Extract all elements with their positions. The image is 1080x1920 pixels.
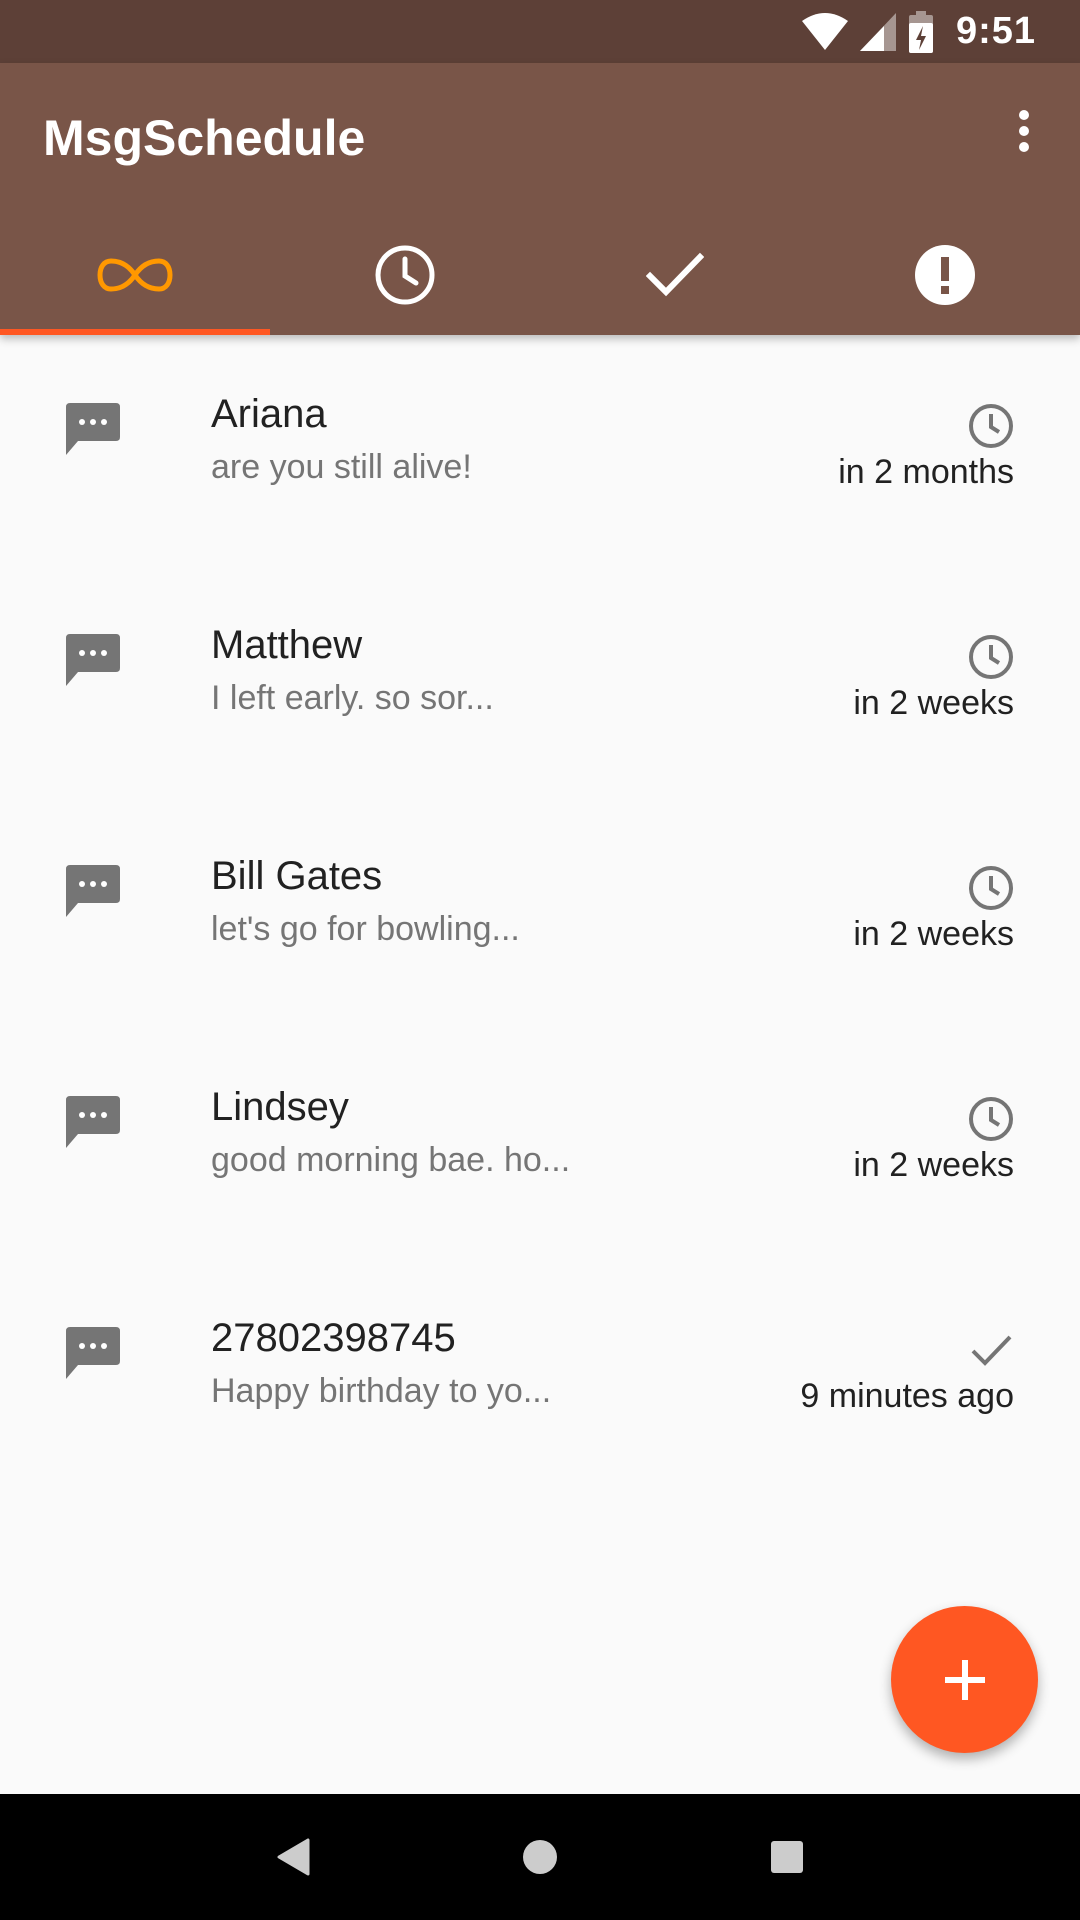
sent-time: 9 minutes ago bbox=[800, 1377, 1014, 1415]
list-item[interactable]: Lindsey good morning bae. ho... in 2 wee… bbox=[0, 1028, 1080, 1259]
clock-icon bbox=[968, 865, 1014, 916]
app-bar: MsgSchedule bbox=[0, 63, 1080, 335]
message-preview: let's go for bowling... bbox=[211, 910, 520, 948]
contact-name: Lindsey bbox=[211, 1085, 349, 1129]
clock-icon bbox=[968, 634, 1014, 685]
message-preview: Happy birthday to yo... bbox=[211, 1372, 552, 1410]
message-icon bbox=[66, 1096, 120, 1153]
clock-time: 9:51 bbox=[955, 10, 1036, 52]
more-vert-icon bbox=[1019, 110, 1029, 152]
contact-name: Matthew bbox=[211, 623, 363, 667]
signal-icon bbox=[859, 12, 896, 51]
tab-bar bbox=[0, 215, 1080, 335]
add-message-button[interactable] bbox=[891, 1606, 1038, 1753]
schedule-time: in 2 months bbox=[838, 453, 1014, 491]
list-item[interactable]: Ariana are you still alive! in 2 months bbox=[0, 335, 1080, 566]
system-nav-bar bbox=[0, 1794, 1080, 1920]
recents-icon bbox=[770, 1841, 803, 1873]
clock-icon bbox=[375, 245, 435, 305]
check-icon bbox=[646, 252, 704, 297]
clock-icon bbox=[968, 403, 1014, 454]
contact-name: Ariana bbox=[211, 392, 327, 436]
schedule-time: in 2 weeks bbox=[853, 684, 1014, 722]
contact-name: 27802398745 bbox=[211, 1316, 456, 1360]
list-item[interactable]: Bill Gates let's go for bowling... in 2 … bbox=[0, 797, 1080, 1028]
clock-icon bbox=[968, 1096, 1014, 1147]
tab-scheduled[interactable] bbox=[270, 215, 540, 335]
check-icon bbox=[968, 1327, 1014, 1378]
app-title: MsgSchedule bbox=[43, 110, 366, 166]
list-item[interactable]: 27802398745 Happy birthday to yo... 9 mi… bbox=[0, 1259, 1080, 1490]
contact-name: Bill Gates bbox=[211, 854, 383, 898]
plus-icon bbox=[944, 1659, 985, 1700]
message-icon bbox=[66, 634, 120, 691]
recents-button[interactable] bbox=[747, 1817, 827, 1897]
home-icon bbox=[522, 1840, 557, 1874]
home-button[interactable] bbox=[500, 1817, 580, 1897]
message-preview: are you still alive! bbox=[211, 448, 472, 486]
alert-circle-icon bbox=[915, 245, 975, 305]
message-icon bbox=[66, 1327, 120, 1384]
back-icon bbox=[277, 1838, 310, 1876]
schedule-time: in 2 weeks bbox=[853, 915, 1014, 953]
message-list: Ariana are you still alive! in 2 months … bbox=[0, 335, 1080, 1490]
tab-sent[interactable] bbox=[540, 215, 810, 335]
message-icon bbox=[66, 403, 120, 460]
wifi-icon bbox=[801, 12, 848, 51]
schedule-time: in 2 weeks bbox=[853, 1146, 1014, 1184]
list-item[interactable]: Matthew I left early. so sor... in 2 wee… bbox=[0, 566, 1080, 797]
infinity-icon bbox=[97, 258, 173, 292]
message-preview: I left early. so sor... bbox=[211, 679, 494, 717]
tab-failed[interactable] bbox=[810, 215, 1080, 335]
message-icon bbox=[66, 865, 120, 922]
more-options-button[interactable] bbox=[996, 103, 1052, 159]
message-preview: good morning bae. ho... bbox=[211, 1141, 571, 1179]
battery-charging-icon bbox=[908, 10, 934, 53]
status-bar: 9:51 bbox=[0, 0, 1080, 63]
tab-all[interactable] bbox=[0, 215, 270, 335]
back-button[interactable] bbox=[253, 1817, 333, 1897]
